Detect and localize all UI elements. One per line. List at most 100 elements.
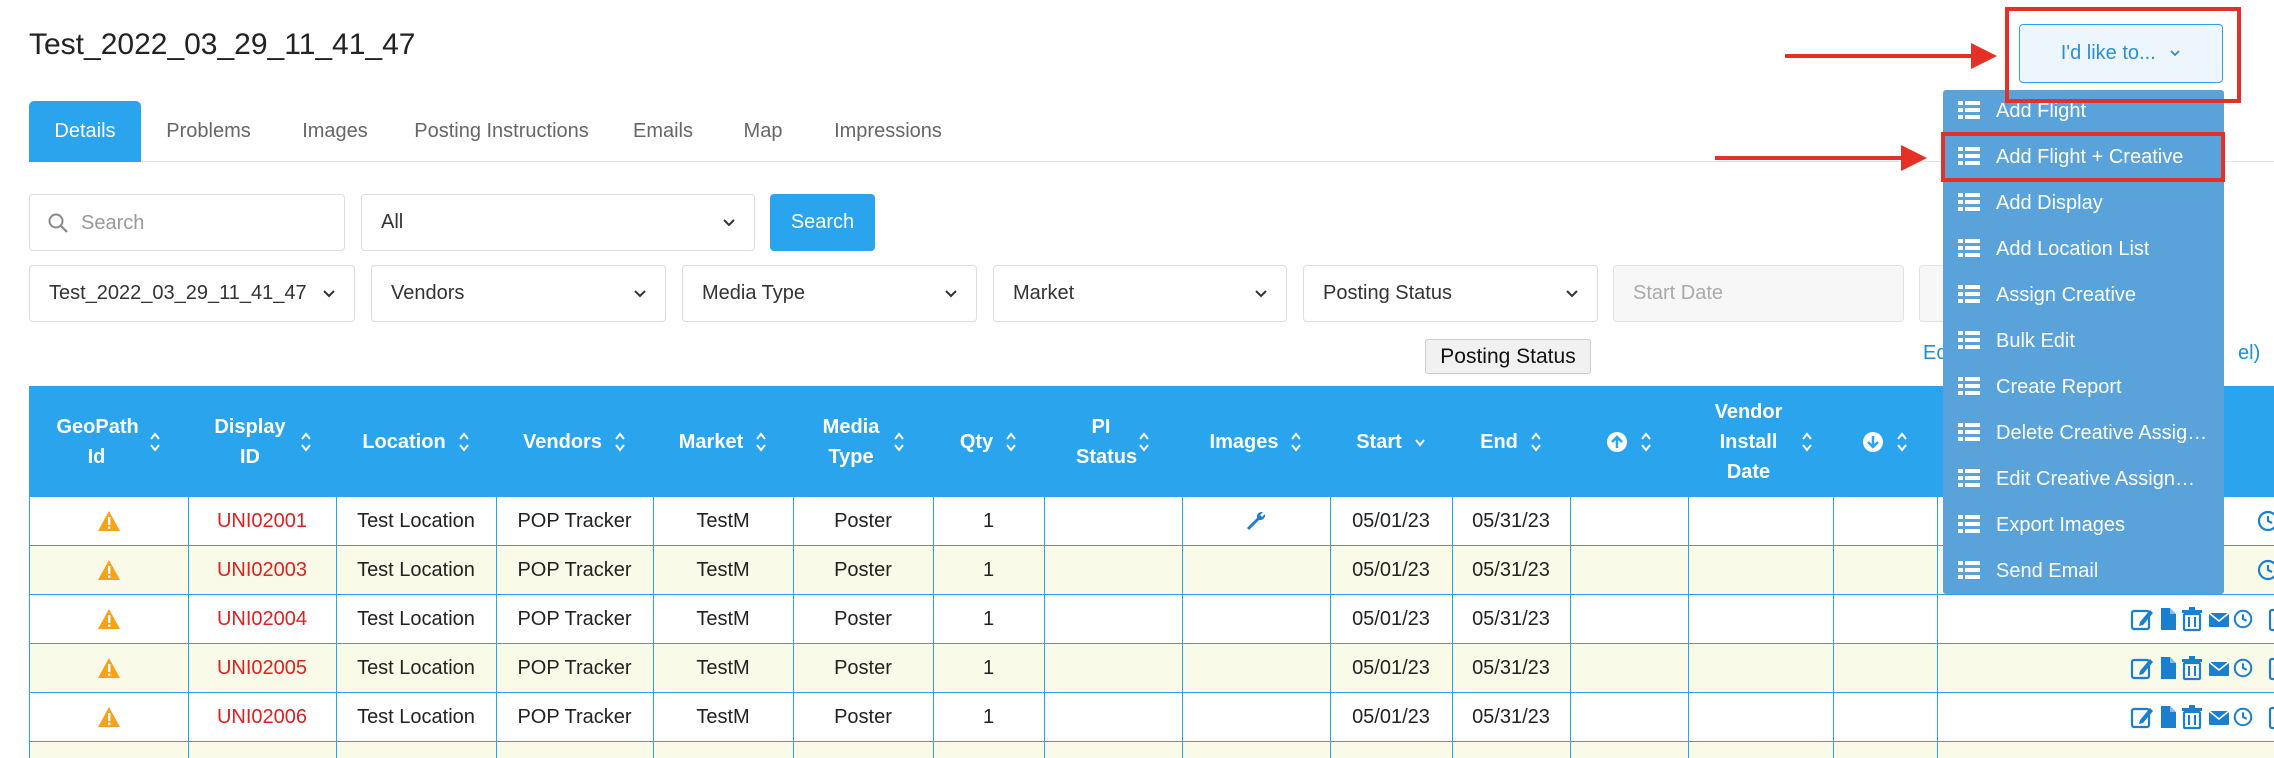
vendor-cell: POP Tracker bbox=[517, 706, 632, 728]
clipboard-icon[interactable] bbox=[2267, 655, 2274, 681]
start-date-input[interactable]: Start Date bbox=[1613, 265, 1904, 322]
page-title: Test_2022_03_29_11_41_47 bbox=[29, 28, 416, 61]
table-row[interactable]: UNI02001 Test Location POP Tracker TestM… bbox=[29, 497, 2274, 546]
col-header-geopath[interactable]: GeoPath Id bbox=[29, 386, 188, 497]
trash-icon[interactable] bbox=[2180, 704, 2204, 730]
trash-icon[interactable] bbox=[2180, 606, 2204, 632]
media-type-select[interactable]: Media Type bbox=[682, 265, 977, 322]
link-fragment-right[interactable]: el) bbox=[2238, 342, 2260, 365]
warning-icon bbox=[98, 511, 120, 531]
search-button[interactable]: Search bbox=[770, 194, 875, 251]
history-icon[interactable] bbox=[2256, 508, 2274, 534]
start-date-cell: 05/01/23 bbox=[1352, 657, 1430, 679]
campaign-value: Test_2022_03_29_11_41_47 bbox=[49, 282, 307, 304]
list-icon bbox=[1958, 469, 1980, 487]
tab-emails[interactable]: Emails bbox=[609, 101, 717, 162]
col-header-vendor-install-date[interactable]: Vendor Install Date bbox=[1688, 386, 1833, 497]
menu-item-assign-creative[interactable]: Assign Creative bbox=[1943, 274, 2224, 320]
media-type-cell: Poster bbox=[834, 559, 892, 581]
col-header-pi-status[interactable]: PI Status bbox=[1044, 386, 1182, 497]
location-cell: Test Location bbox=[357, 657, 475, 679]
display-id-link[interactable]: UNI02001 bbox=[188, 497, 336, 545]
display-id-link[interactable]: UNI02004 bbox=[188, 595, 336, 643]
display-id-link[interactable]: UNI02005 bbox=[188, 644, 336, 692]
search-icon bbox=[48, 213, 68, 233]
menu-item-export-images[interactable]: Export Images bbox=[1943, 504, 2224, 550]
tab-details[interactable]: Details bbox=[29, 101, 141, 162]
qty-cell: 1 bbox=[982, 657, 995, 679]
media-type-cell: Poster bbox=[834, 608, 892, 630]
qty-cell: 1 bbox=[982, 510, 995, 532]
posting-status-select[interactable]: Posting Status bbox=[1303, 265, 1598, 322]
market-cell: TestM bbox=[696, 510, 750, 532]
tab-images[interactable]: Images bbox=[276, 101, 394, 162]
email-icon[interactable] bbox=[2208, 704, 2230, 730]
col-header-location[interactable]: Location bbox=[336, 386, 496, 497]
edit-icon[interactable] bbox=[2130, 704, 2154, 730]
warning-icon bbox=[98, 609, 120, 629]
vendors-select[interactable]: Vendors bbox=[371, 265, 666, 322]
trash-icon[interactable] bbox=[2180, 655, 2204, 681]
file-icon[interactable] bbox=[2158, 704, 2178, 730]
highlight-box-actions-button bbox=[2005, 7, 2241, 103]
list-icon bbox=[1958, 515, 1980, 533]
file-icon[interactable] bbox=[2158, 606, 2178, 632]
display-id-link[interactable]: UNI02006 bbox=[188, 693, 336, 741]
table-row[interactable]: UNI02003 Test Location POP Tracker TestM… bbox=[29, 546, 2274, 595]
campaign-select[interactable]: Test_2022_03_29_11_41_47 bbox=[29, 265, 355, 322]
col-header-start[interactable]: Start bbox=[1330, 386, 1452, 497]
col-header-vendors[interactable]: Vendors bbox=[496, 386, 653, 497]
table-header: GeoPath Id Display ID Location Vendors M… bbox=[29, 386, 2274, 497]
clipboard-icon[interactable] bbox=[2267, 704, 2274, 730]
location-cell: Test Location bbox=[357, 510, 475, 532]
history-icon[interactable] bbox=[2232, 704, 2254, 730]
history-icon[interactable] bbox=[2256, 557, 2274, 583]
table-row[interactable]: UNI02005 Test Location POP Tracker TestM… bbox=[29, 644, 2274, 693]
tab-posting-instructions[interactable]: Posting Instructions bbox=[394, 101, 609, 162]
end-date-cell: 05/31/23 bbox=[1472, 608, 1550, 630]
search-scope-select[interactable]: All bbox=[361, 194, 755, 251]
menu-item-add-display[interactable]: Add Display bbox=[1943, 182, 2224, 228]
col-header-qty[interactable]: Qty bbox=[933, 386, 1044, 497]
sort-icon bbox=[1291, 431, 1302, 452]
menu-item-edit-creative-assignment[interactable]: Edit Creative Assign… bbox=[1943, 458, 2224, 504]
market-cell: TestM bbox=[696, 559, 750, 581]
qty-cell: 1 bbox=[982, 559, 995, 581]
edit-icon[interactable] bbox=[2130, 606, 2154, 632]
menu-item-create-report[interactable]: Create Report bbox=[1943, 366, 2224, 412]
email-icon[interactable] bbox=[2208, 655, 2230, 681]
table-row[interactable]: UNI02004 Test Location POP Tracker TestM… bbox=[29, 595, 2274, 644]
menu-item-send-email[interactable]: Send Email bbox=[1943, 550, 2224, 596]
col-header-market[interactable]: Market bbox=[653, 386, 793, 497]
col-header-media-type[interactable]: Media Type bbox=[793, 386, 933, 497]
col-header-end[interactable]: End bbox=[1452, 386, 1570, 497]
market-select[interactable]: Market bbox=[993, 265, 1287, 322]
sort-icon bbox=[149, 431, 160, 452]
highlight-box-menu-item bbox=[1941, 132, 2225, 182]
chevron-down-icon bbox=[1566, 290, 1578, 298]
col-header-download[interactable] bbox=[1833, 386, 1937, 497]
list-icon bbox=[1958, 101, 1980, 119]
tab-impressions[interactable]: Impressions bbox=[809, 101, 967, 162]
wrench-icon[interactable] bbox=[1244, 509, 1268, 533]
history-icon[interactable] bbox=[2232, 655, 2254, 681]
menu-item-delete-creative-assignment[interactable]: Delete Creative Assig… bbox=[1943, 412, 2224, 458]
history-icon[interactable] bbox=[2232, 606, 2254, 632]
clipboard-icon[interactable] bbox=[2267, 606, 2274, 632]
menu-item-bulk-edit[interactable]: Bulk Edit bbox=[1943, 320, 2224, 366]
display-id-link[interactable]: UNI02003 bbox=[188, 546, 336, 594]
location-cell: Test Location bbox=[357, 608, 475, 630]
tab-map[interactable]: Map bbox=[717, 101, 809, 162]
email-icon[interactable] bbox=[2208, 606, 2230, 632]
search-input[interactable]: Search bbox=[29, 194, 345, 251]
col-header-upload[interactable] bbox=[1570, 386, 1688, 497]
tab-problems[interactable]: Problems bbox=[141, 101, 276, 162]
col-header-display-id[interactable]: Display ID bbox=[188, 386, 336, 497]
edit-icon[interactable] bbox=[2130, 655, 2154, 681]
col-header-images[interactable]: Images bbox=[1182, 386, 1330, 497]
menu-item-add-location-list[interactable]: Add Location List bbox=[1943, 228, 2224, 274]
table-row[interactable]: UNI02006 Test Location POP Tracker TestM… bbox=[29, 693, 2274, 742]
start-date-placeholder: Start Date bbox=[1633, 282, 1724, 304]
file-icon[interactable] bbox=[2158, 655, 2178, 681]
qty-cell: 1 bbox=[982, 706, 995, 728]
